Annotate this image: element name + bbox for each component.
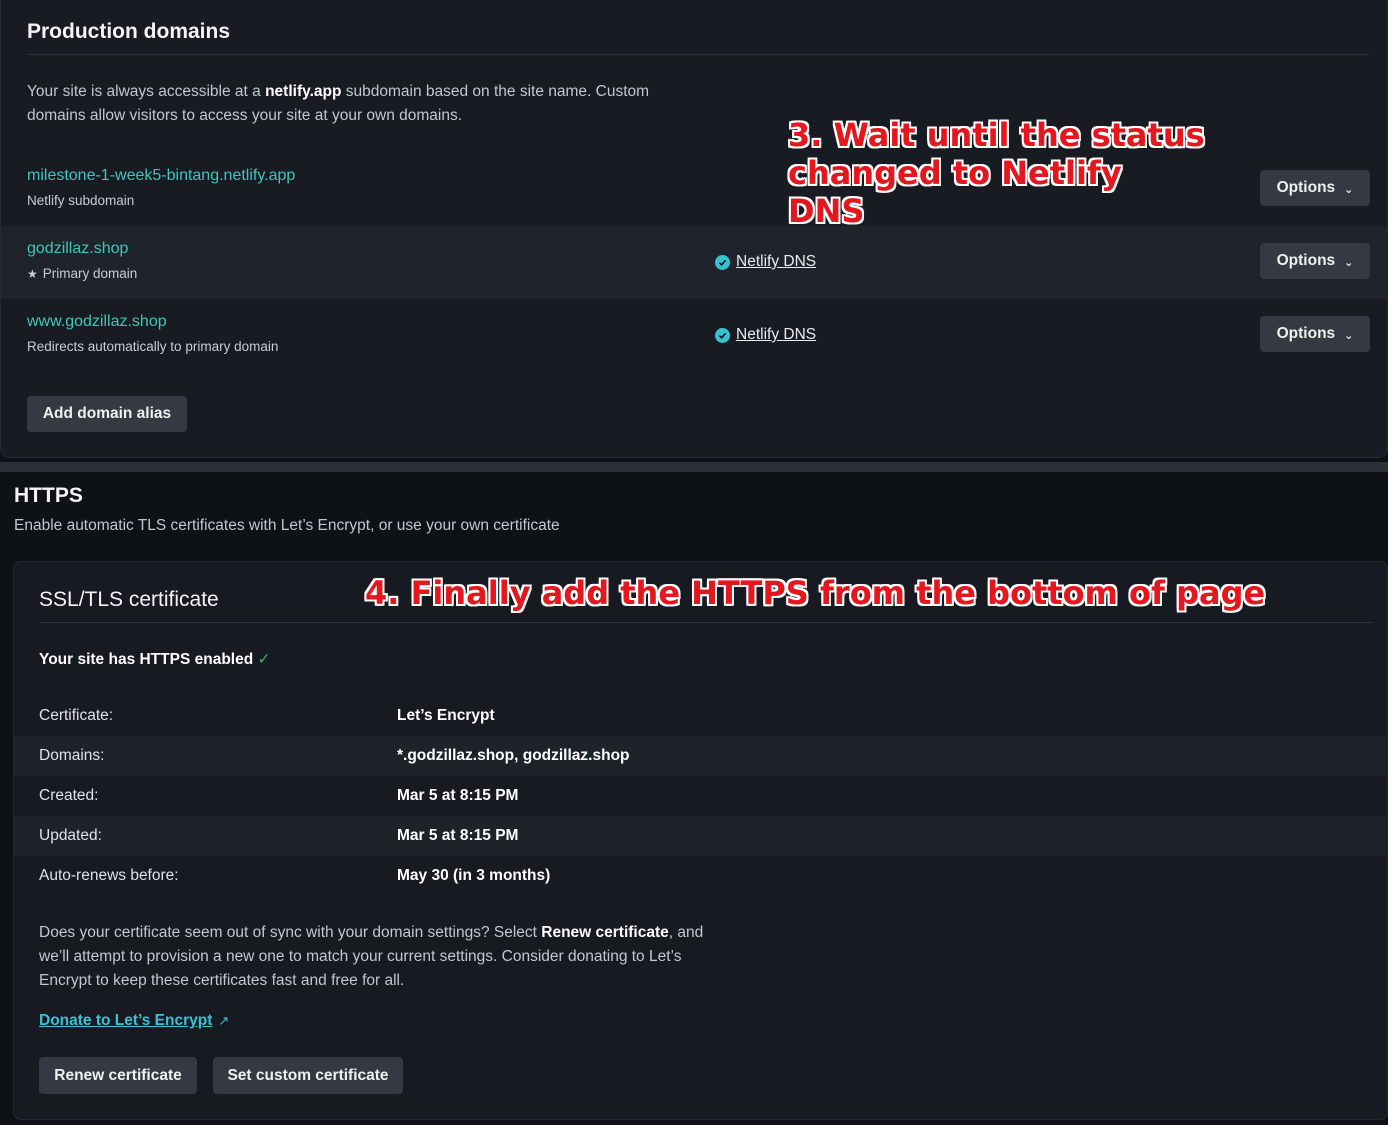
domain-row: www.godzillaz.shop Redirects automatical… (1, 299, 1387, 372)
desc-bold: netlify.app (265, 83, 342, 100)
https-title: HTTPS (14, 484, 83, 507)
domain-row: godzillaz.shop ★ Primary domain Netlify D… (1, 226, 1387, 299)
chevron-down-icon: ⌄ (1344, 183, 1354, 196)
ssl-title: SSL/TLS certificate (39, 588, 219, 611)
options-button[interactable]: Options ⌄ (1260, 243, 1370, 279)
primary-domain-label: ★ Primary domain (27, 266, 137, 281)
https-subtitle: Enable automatic TLS certificates with L… (14, 517, 560, 534)
cert-info-row: Domains: *.godzillaz.shop, godzillaz.sho… (14, 736, 1386, 776)
annotation-line: changed to Netlify (788, 154, 1122, 192)
cert-info-value: Let’s Encrypt (397, 707, 495, 724)
domain-type-label: Netlify subdomain (27, 193, 135, 208)
chevron-down-icon: ⌄ (1344, 256, 1354, 269)
chevron-down-icon: ⌄ (1344, 329, 1354, 342)
external-link-icon: ↗ (218, 1013, 230, 1028)
note-bold: Renew certificate (541, 924, 669, 941)
divider (39, 622, 1373, 623)
note-part1: Does your certificate seem out of sync w… (39, 924, 542, 941)
note-line3: Encrypt to keep these certificates fast … (39, 972, 405, 989)
options-button[interactable]: Options ⌄ (1260, 316, 1370, 352)
cert-info-value: Mar 5 at 8:15 PM (397, 827, 519, 844)
divider (27, 54, 1369, 55)
primary-domain-text: Primary domain (42, 266, 138, 281)
cert-info-label: Updated: (39, 827, 102, 844)
options-label: Options (1276, 179, 1336, 196)
dns-status-text: Netlify DNS (736, 326, 817, 343)
section-title: Production domains (27, 20, 231, 43)
https-enabled-status: Your site has HTTPS enabled ✓ (39, 650, 271, 669)
donate-link-wrap: Donate to Let’s Encrypt ↗ (39, 1012, 229, 1030)
dns-status-link[interactable]: Netlify DNS (715, 253, 816, 271)
note-line2: we’ll attempt to provision a new one to … (39, 948, 682, 965)
redirect-label: Redirects automatically to primary domai… (27, 339, 279, 354)
dns-status-text: Netlify DNS (736, 253, 817, 270)
cert-info-value: May 30 (in 3 months) (397, 867, 551, 884)
desc-line1-rest: subdomain based on the site name. Custom (341, 83, 650, 100)
desc-line2: domains allow visitors to access your si… (27, 107, 463, 124)
domain-name-link[interactable]: www.godzillaz.shop (27, 313, 167, 331)
star-icon: ★ (27, 266, 38, 281)
cert-info-value: *.godzillaz.shop, godzillaz.shop (397, 747, 630, 764)
donate-link[interactable]: Donate to Let’s Encrypt (39, 1012, 212, 1030)
cert-info-label: Domains: (39, 747, 105, 764)
cert-info-label: Auto-renews before: (39, 867, 179, 884)
annotation-step-3: 3. Wait until the status changed to Netl… (788, 116, 1205, 230)
cert-info-row: Created: Mar 5 at 8:15 PM (14, 776, 1386, 816)
https-enabled-text: Your site has HTTPS enabled (39, 651, 254, 668)
annotation-line: 3. Wait until the status (788, 116, 1205, 154)
section-separator (0, 462, 1388, 472)
checkmark-icon: ✓ (257, 651, 271, 668)
domain-name-link[interactable]: milestone-1-week5-bintang.netlify.app (27, 167, 295, 185)
set-custom-certificate-button[interactable]: Set custom certificate (213, 1057, 403, 1094)
add-domain-alias-button[interactable]: Add domain alias (27, 396, 187, 432)
cert-info-label: Created: (39, 787, 99, 804)
check-circle-icon (715, 254, 730, 270)
annotation-line: DNS (788, 192, 865, 230)
renew-note: Does your certificate seem out of sync w… (39, 921, 759, 993)
desc-prefix: Your site is always accessible at a (27, 83, 266, 100)
cert-info-label: Certificate: (39, 707, 114, 724)
cert-info-row: Certificate: Let’s Encrypt (14, 696, 1386, 736)
note-part2: , and (668, 924, 704, 941)
cert-info-row: Auto-renews before: May 30 (in 3 months) (14, 856, 1386, 896)
check-circle-icon (715, 327, 730, 343)
annotation-step-4: 4. Finally add the HTTPS from the bottom… (365, 574, 1266, 612)
options-button[interactable]: Options ⌄ (1260, 170, 1370, 206)
options-label: Options (1276, 325, 1336, 342)
options-label: Options (1276, 252, 1336, 269)
cert-info-value: Mar 5 at 8:15 PM (397, 787, 519, 804)
domain-name-link[interactable]: godzillaz.shop (27, 240, 128, 258)
section-description: Your site is always accessible at a netl… (27, 80, 727, 128)
cert-info-row: Updated: Mar 5 at 8:15 PM (14, 816, 1386, 856)
dns-status-link[interactable]: Netlify DNS (715, 326, 816, 344)
renew-certificate-button[interactable]: Renew certificate (39, 1057, 197, 1094)
